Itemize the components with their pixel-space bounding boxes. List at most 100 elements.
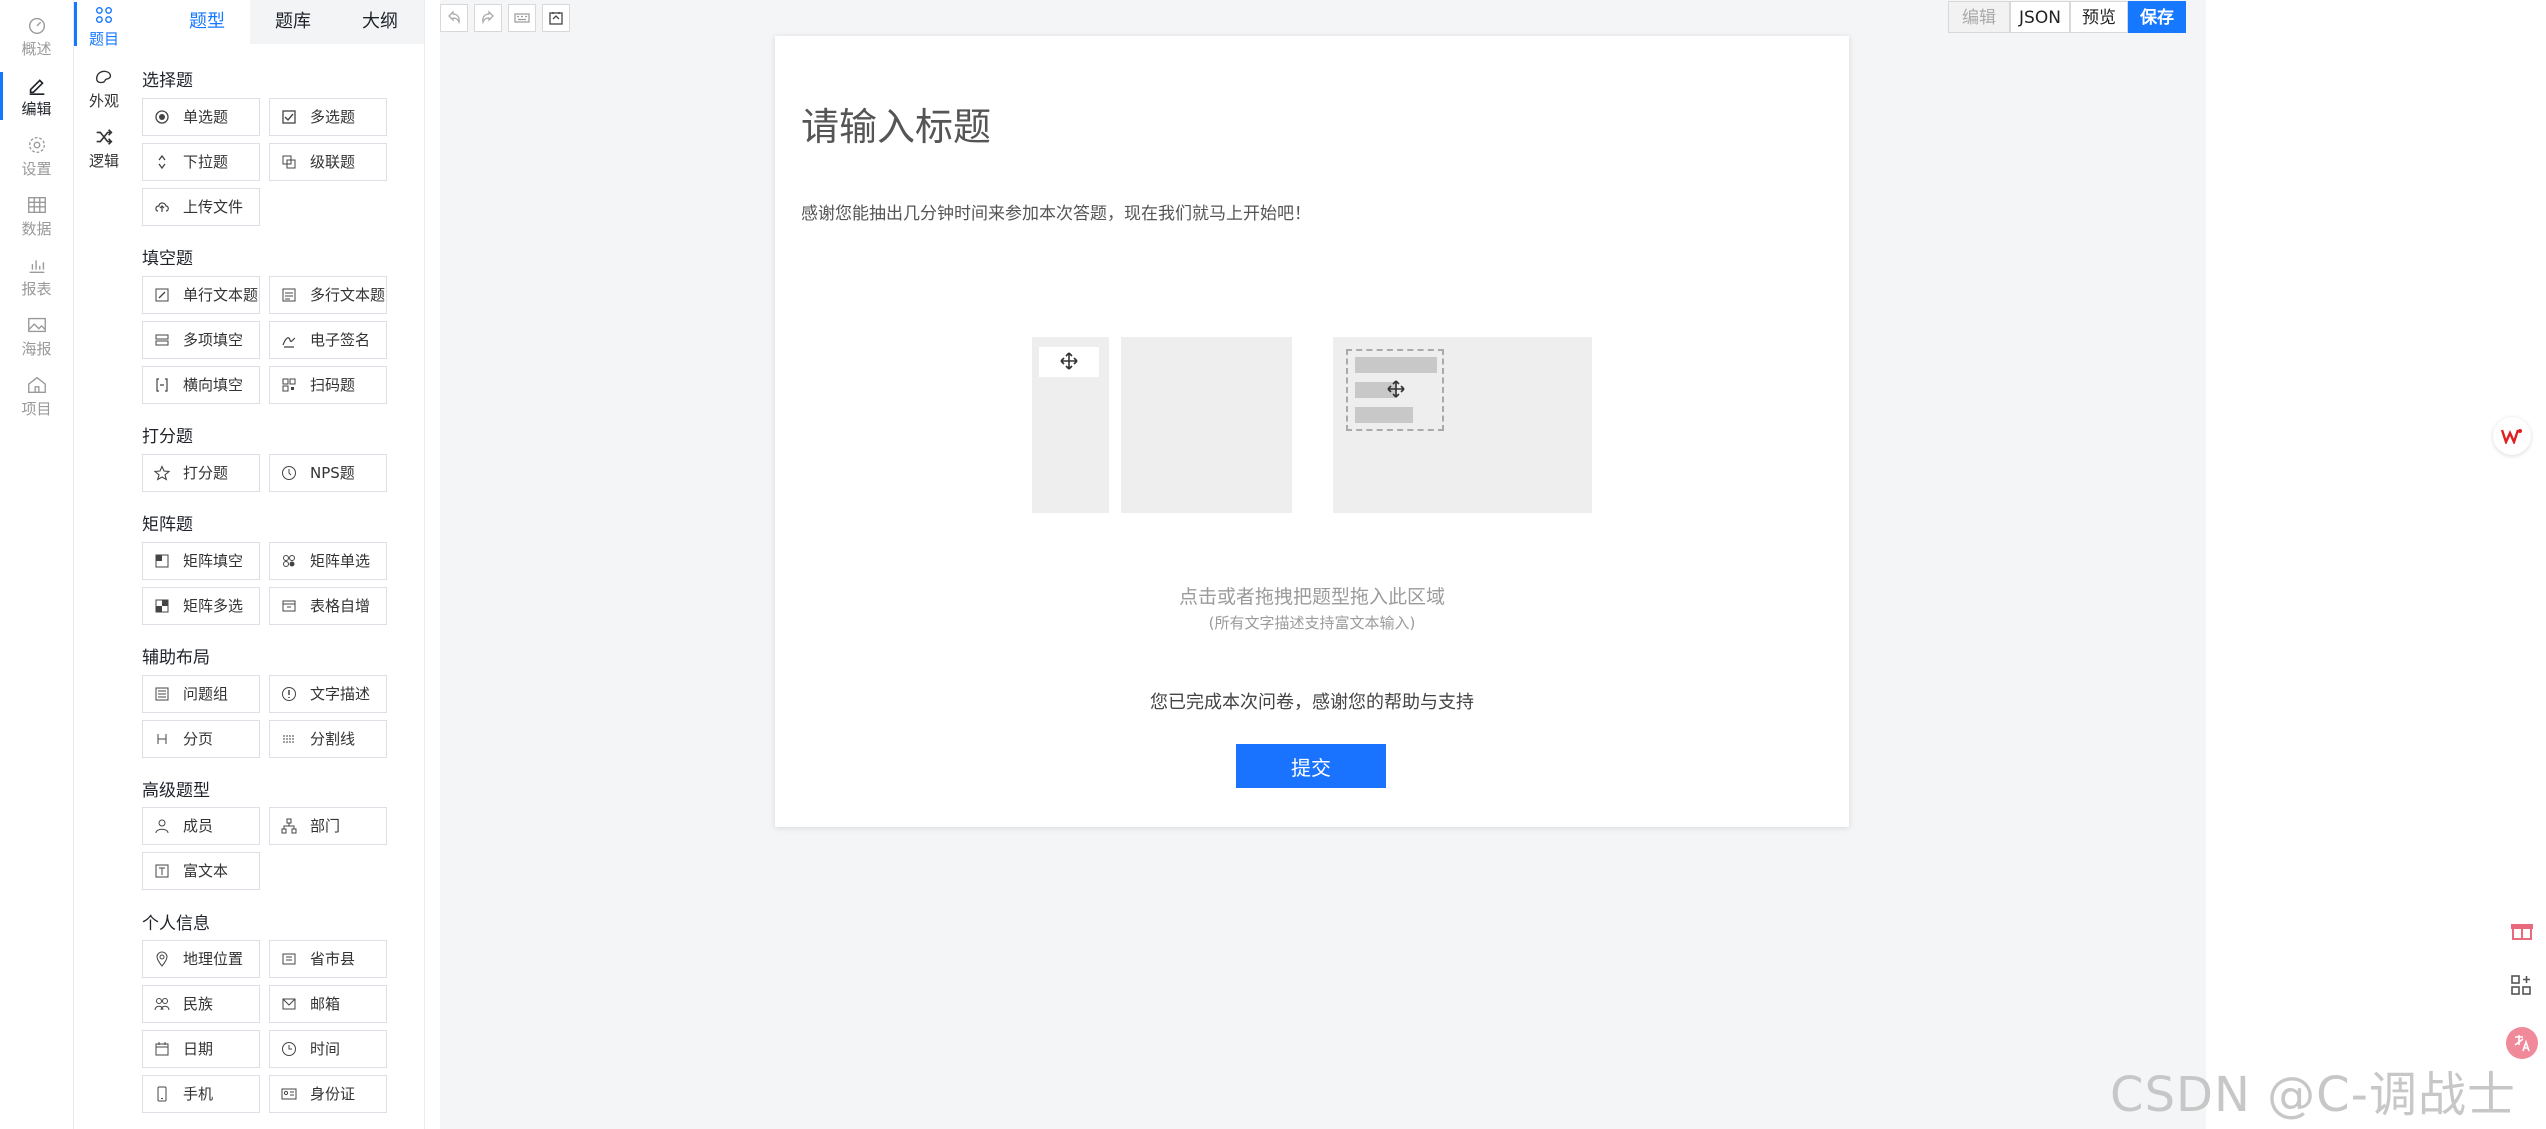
widget-org-button[interactable]: 部门 [269, 807, 387, 845]
widget-star-button[interactable]: 打分题 [142, 454, 260, 492]
nav-label: 项目 [21, 400, 52, 418]
nav-poster[interactable]: 海报 [0, 304, 73, 360]
widget-mail-button[interactable]: 邮箱 [269, 985, 387, 1023]
widget-clock-button[interactable]: 时间 [269, 1030, 387, 1068]
wps-icon[interactable] [2493, 417, 2531, 455]
widget-textarea-button[interactable]: 多行文本题 [269, 276, 387, 314]
widget-cascade-button[interactable]: 级联题 [269, 143, 387, 181]
panel-tabs: 题型 题库 大纲 [164, 0, 424, 44]
widget-label: 富文本 [183, 862, 229, 880]
widget-bracket-button[interactable]: 横向填空 [142, 366, 260, 404]
upload-icon [155, 202, 169, 212]
widget-label: 单行文本题 [183, 286, 259, 304]
widget-matrix-check-button[interactable]: 矩阵多选 [142, 587, 260, 625]
pagination-icon [157, 734, 167, 744]
widget-group-button[interactable]: 问题组 [142, 675, 260, 713]
widget-pagination-button[interactable]: 分页 [142, 720, 260, 758]
widget-multi-fill-button[interactable]: 多项填空 [142, 321, 260, 359]
apps-add-icon[interactable] [2510, 974, 2536, 1000]
qrcode-icon [282, 378, 296, 392]
widget-label: 矩阵填空 [183, 552, 244, 570]
nav-reports[interactable]: 报表 [0, 244, 73, 300]
star-icon [154, 465, 170, 481]
widget-dropdown-button[interactable]: 下拉题 [142, 143, 260, 181]
widget-region-button[interactable]: 省市县 [269, 940, 387, 978]
subnav-questions[interactable]: 题目 [74, 0, 134, 56]
clear-button[interactable] [542, 4, 570, 32]
bracket-icon [156, 378, 168, 392]
widget-location-button[interactable]: 地理位置 [142, 940, 260, 978]
widget-label: 文字描述 [310, 685, 371, 703]
nav-label: 报表 [21, 280, 52, 298]
section-title: 选择题 [142, 71, 193, 91]
subnav-appearance[interactable]: 外观 [74, 62, 134, 118]
widget-edit-button[interactable]: 单行文本题 [142, 276, 260, 314]
widget-calendar-button[interactable]: 日期 [142, 1030, 260, 1068]
completion-text[interactable]: 您已完成本次问卷，感谢您的帮助与支持 [775, 688, 1849, 714]
widget-signature-button[interactable]: 电子签名 [269, 321, 387, 359]
wps-logo-icon [2501, 429, 2522, 444]
nav-data[interactable]: 数据 [0, 184, 73, 240]
widget-radio-button[interactable]: 单选题 [142, 98, 260, 136]
edit-mode-button[interactable]: 编辑 [1948, 1, 2010, 33]
widget-upload-button[interactable]: 上传文件 [142, 188, 260, 226]
widget-matrix-radio-button[interactable]: 矩阵单选 [269, 542, 387, 580]
widget-phone-button[interactable]: 手机 [142, 1075, 260, 1113]
json-button[interactable]: JSON [2010, 1, 2070, 33]
widget-label: 分割线 [310, 730, 356, 748]
tab-question-types[interactable]: 题型 [164, 0, 250, 44]
gear-icon [28, 136, 45, 154]
nav-edit[interactable]: 编辑 [0, 64, 73, 120]
tab-outline[interactable]: 大纲 [336, 0, 424, 44]
widget-info-button[interactable]: 文字描述 [269, 675, 387, 713]
mail-icon [282, 998, 296, 1010]
clear-icon [549, 12, 563, 25]
drop-zone-illustration[interactable] [1032, 337, 1592, 513]
nav-label: 海报 [21, 340, 52, 358]
widget-nps-button[interactable]: NPS题 [269, 454, 387, 492]
widget-table-add-button[interactable]: 表格自增 [269, 587, 387, 625]
signature-icon [282, 337, 296, 348]
keyboard-button[interactable] [508, 4, 536, 32]
widget-checkbox-button[interactable]: 多选题 [269, 98, 387, 136]
save-button[interactable]: 保存 [2128, 1, 2186, 33]
nav-project[interactable]: 项目 [0, 364, 73, 420]
preview-button[interactable]: 预览 [2070, 1, 2128, 33]
widget-divider-button[interactable]: 分割线 [269, 720, 387, 758]
nav-settings[interactable]: 设置 [0, 124, 73, 180]
phone-icon [157, 1086, 167, 1102]
survey-description[interactable]: 感谢您能抽出几分钟时间来参加本次答题，现在我们就马上开始吧！ [801, 199, 1311, 224]
group-icon [155, 687, 169, 701]
apps-glyph-icon [2511, 975, 2531, 995]
editor-sub-rail: 题目 外观 逻辑 [74, 0, 135, 1129]
redo-icon [482, 10, 494, 25]
undo-button[interactable] [440, 4, 468, 32]
survey-title[interactable]: 请输入标题 [801, 96, 991, 151]
widget-people-button[interactable]: 民族 [142, 985, 260, 1023]
section-title: 个人信息 [142, 914, 210, 934]
main-nav-rail: 概述 编辑 设置 数据 报表 海报 项目 [0, 0, 74, 1129]
widget-label: 部门 [310, 817, 341, 835]
subnav-logic[interactable]: 逻辑 [74, 122, 134, 178]
widget-user-button[interactable]: 成员 [142, 807, 260, 845]
widget-label: 单选题 [183, 108, 229, 126]
gift-icon[interactable] [2510, 918, 2536, 944]
matrix-fill-icon [155, 554, 169, 568]
dropdown-icon [158, 154, 166, 170]
section-title: 高级题型 [142, 781, 210, 801]
widget-label: NPS题 [310, 464, 355, 482]
drop-zone-subhint: (所有文字描述支持富文本输入) [1208, 614, 1416, 632]
widget-label: 横向填空 [183, 376, 244, 394]
submit-button[interactable]: 提交 [1236, 744, 1386, 788]
widget-qrcode-button[interactable]: 扫码题 [269, 366, 387, 404]
widget-richtext-button[interactable]: 富文本 [142, 852, 260, 890]
widget-label: 地理位置 [183, 950, 244, 968]
region-icon [282, 953, 296, 965]
chart-icon [29, 260, 44, 274]
widget-idcard-button[interactable]: 身份证 [269, 1075, 387, 1113]
tab-question-bank[interactable]: 题库 [250, 0, 336, 44]
redo-button[interactable] [474, 4, 502, 32]
question-type-panel: 题型 题库 大纲 选择题 单选题 多选题 下拉题 级联题 上传文件 填空题 单行文本题 多行文本… [134, 0, 425, 1129]
nav-overview[interactable]: 概述 [0, 4, 73, 60]
widget-matrix-fill-button[interactable]: 矩阵填空 [142, 542, 260, 580]
